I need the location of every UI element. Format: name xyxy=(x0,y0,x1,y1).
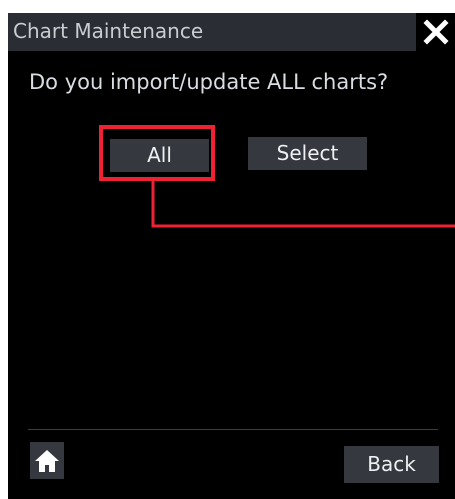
home-button[interactable] xyxy=(30,442,64,479)
home-icon xyxy=(35,449,59,472)
select-button[interactable]: Select xyxy=(248,137,367,170)
chart-maintenance-dialog: Chart Maintenance Do you import/update A… xyxy=(8,13,455,499)
footer-divider xyxy=(28,429,438,430)
import-question: Do you import/update ALL charts? xyxy=(29,70,389,94)
close-icon xyxy=(423,19,449,45)
all-button[interactable]: All xyxy=(110,139,209,172)
close-button[interactable] xyxy=(416,13,455,51)
back-button[interactable]: Back xyxy=(344,446,439,483)
title-bar: Chart Maintenance xyxy=(8,13,455,51)
dialog-title: Chart Maintenance xyxy=(13,19,204,43)
